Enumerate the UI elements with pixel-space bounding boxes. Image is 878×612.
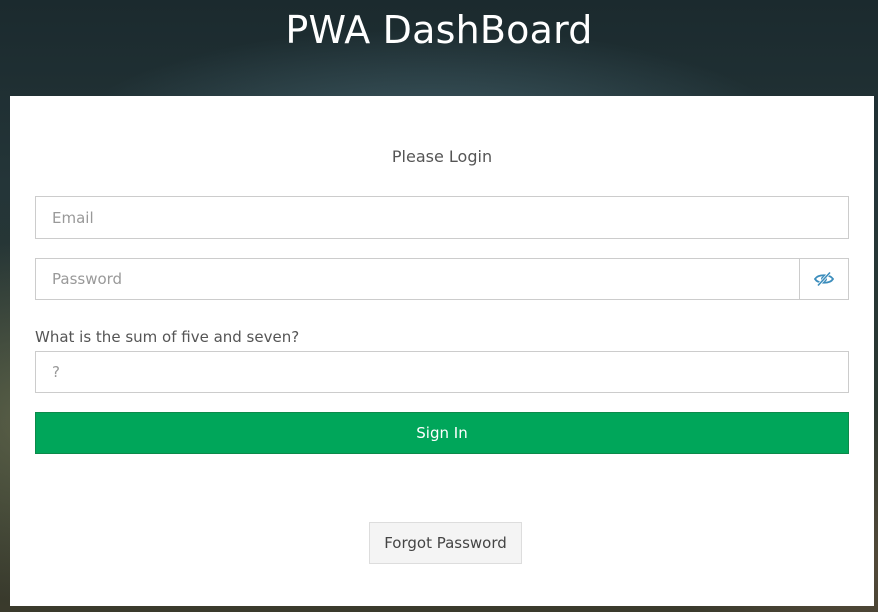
toggle-password-visibility-button[interactable]	[799, 258, 849, 300]
forgot-password-button[interactable]: Forgot Password	[369, 522, 522, 564]
sign-in-button[interactable]: Sign In	[35, 412, 849, 454]
captcha-question-label: What is the sum of five and seven?	[35, 328, 300, 346]
captcha-answer-field[interactable]	[35, 351, 849, 393]
password-field[interactable]	[35, 258, 800, 300]
login-panel: Please Login What is the sum of five and…	[10, 96, 874, 606]
email-field[interactable]	[35, 196, 849, 239]
app-title: PWA DashBoard	[285, 8, 593, 52]
login-heading: Please Login	[391, 147, 493, 166]
eye-slash-icon	[814, 271, 834, 287]
